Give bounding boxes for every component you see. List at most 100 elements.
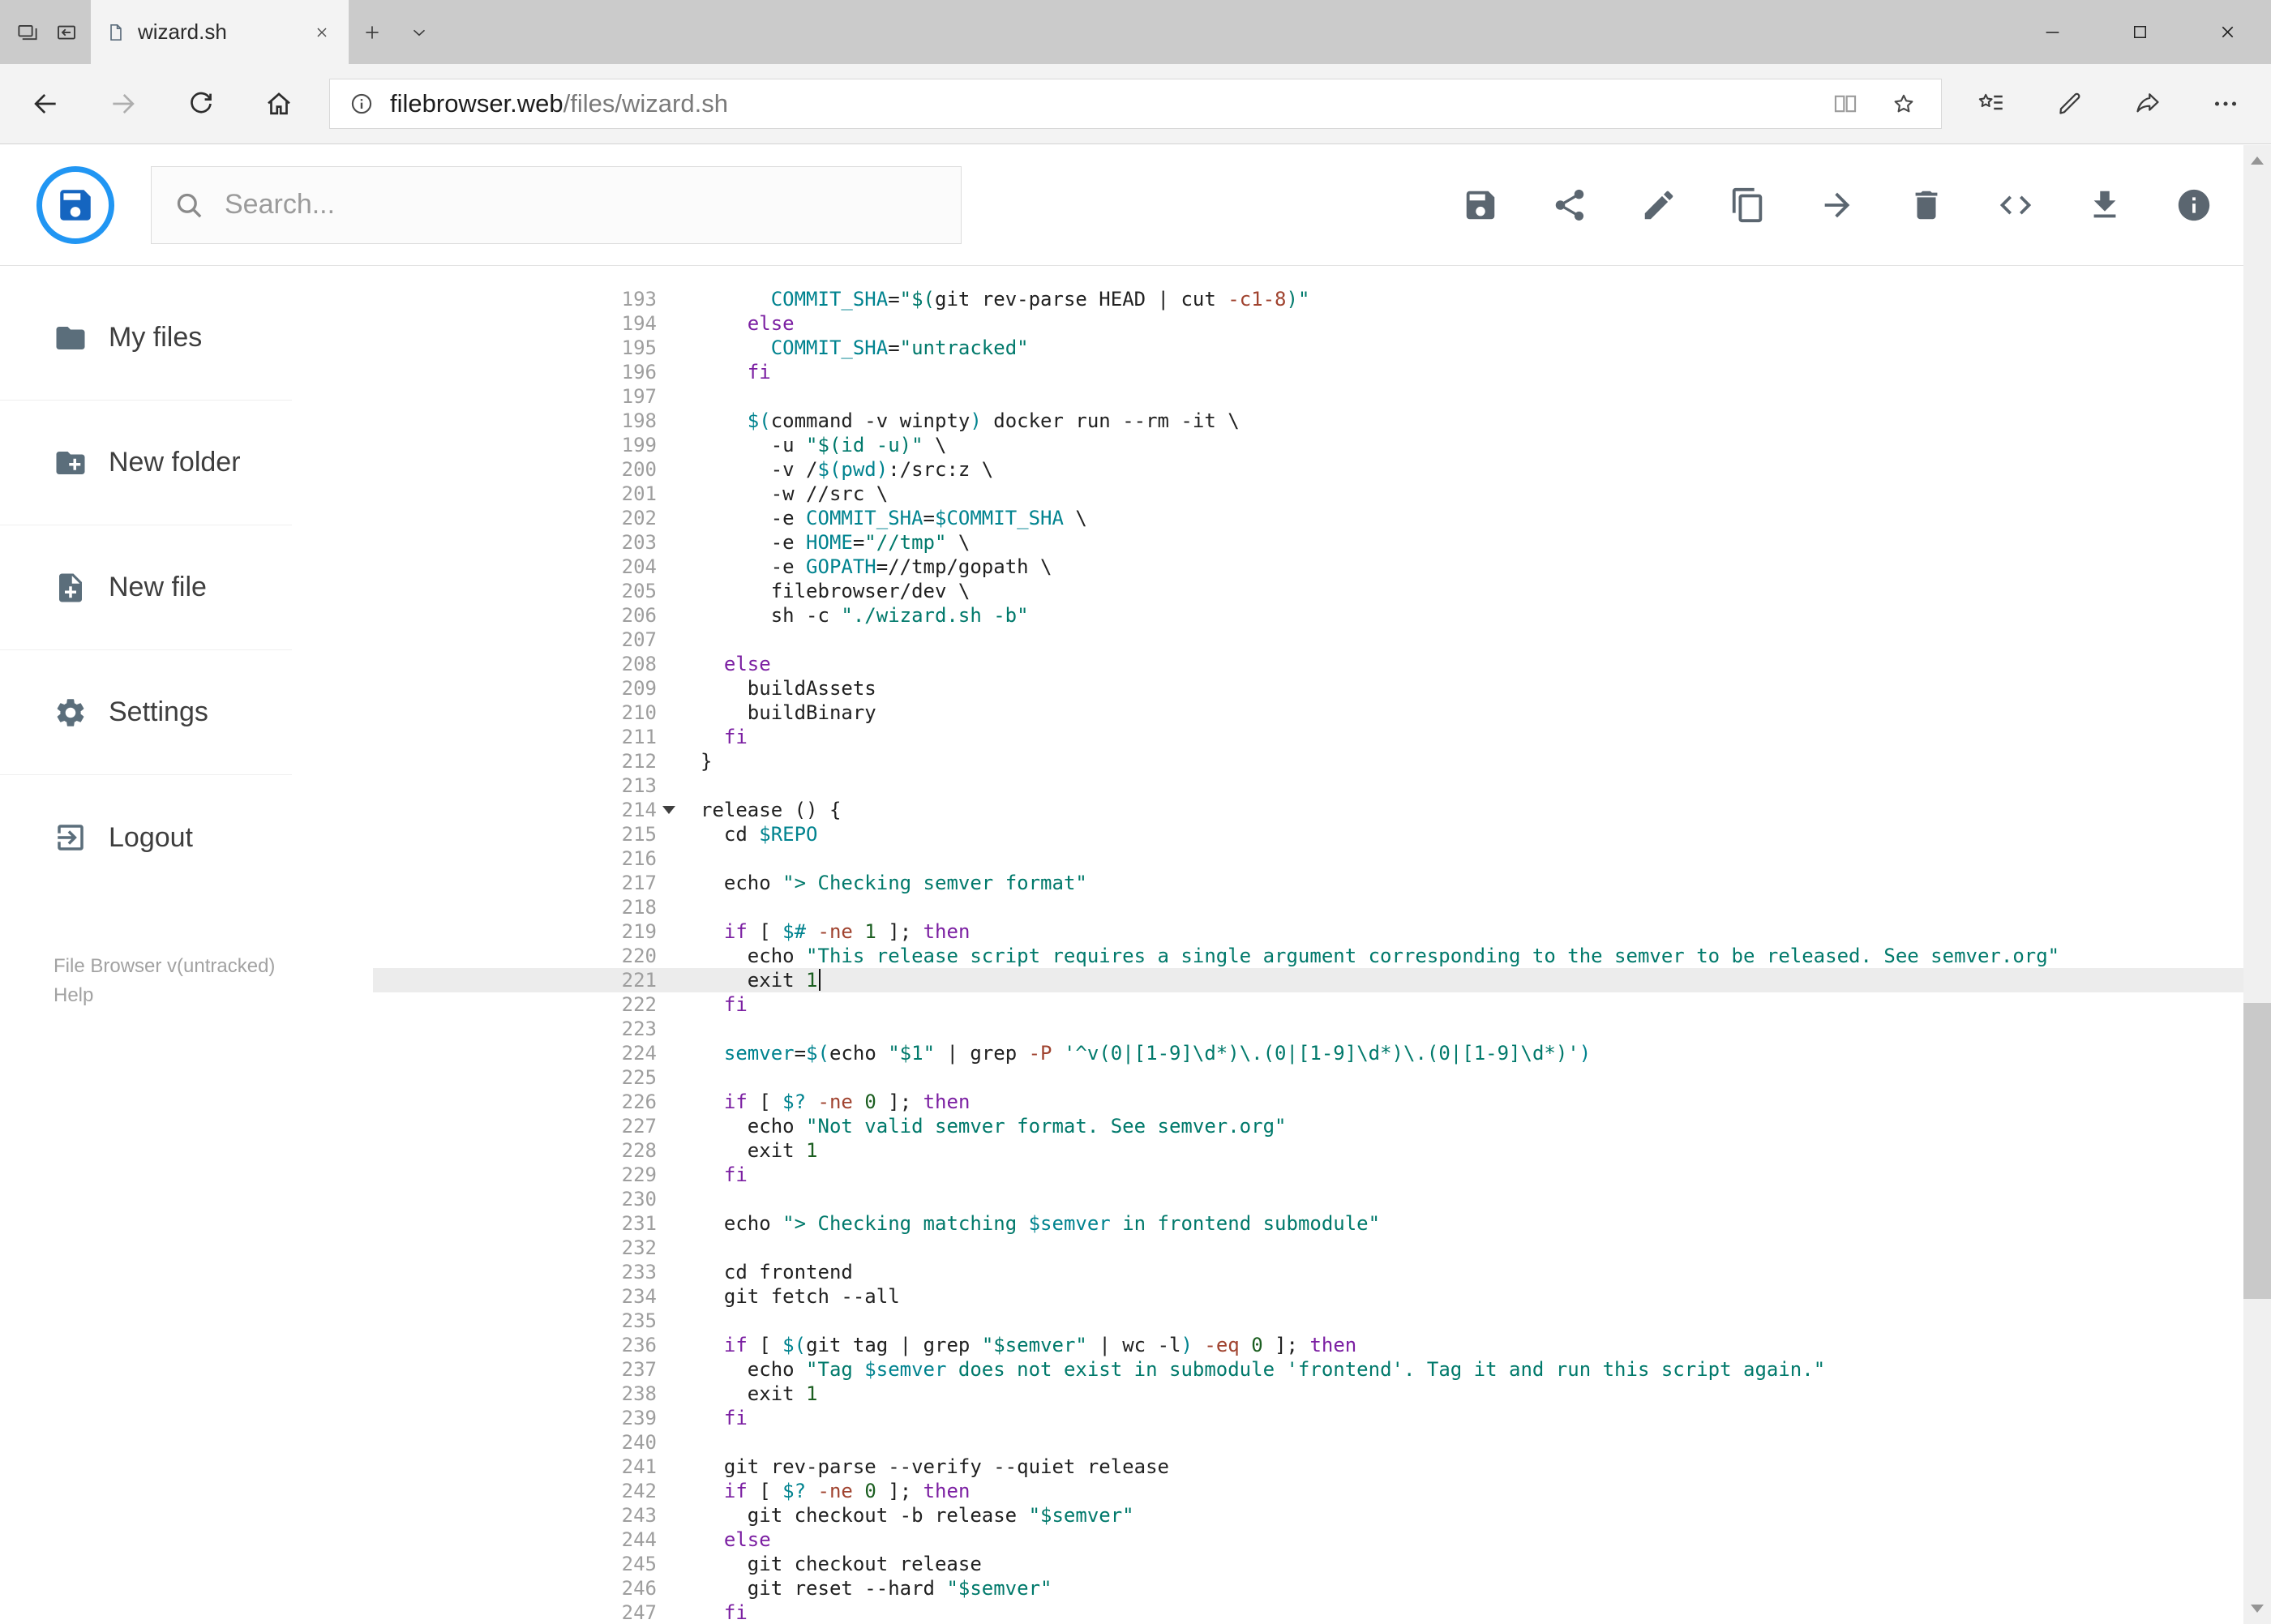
code-line[interactable]: 195 COMMIT_SHA="untracked" <box>373 336 2271 360</box>
code-line[interactable]: 202 -e COMMIT_SHA=$COMMIT_SHA \ <box>373 506 2271 530</box>
tabs-preview-button[interactable] <box>8 0 47 64</box>
copy-button[interactable] <box>1729 186 1767 224</box>
refresh-button[interactable] <box>162 71 240 137</box>
code-line[interactable]: 232 <box>373 1236 2271 1260</box>
code-line[interactable]: 196 fi <box>373 360 2271 384</box>
code-line[interactable]: 224 semver=$(echo "$1" | grep -P '^v(0|[… <box>373 1041 2271 1065</box>
code-line[interactable]: 234 git fetch --all <box>373 1284 2271 1309</box>
code-line[interactable]: 230 <box>373 1187 2271 1211</box>
code-line[interactable]: 240 <box>373 1430 2271 1455</box>
code-line[interactable]: 236 if [ $(git tag | grep "$semver" | wc… <box>373 1333 2271 1357</box>
save-button[interactable] <box>1462 186 1499 224</box>
code-line[interactable]: 239 fi <box>373 1406 2271 1430</box>
code-editor[interactable]: 193 COMMIT_SHA="$(git rev-parse HEAD | c… <box>373 266 2271 1624</box>
page-info-button[interactable] <box>338 79 385 128</box>
sidebar-item-logout[interactable]: Logout <box>0 775 292 900</box>
home-button[interactable] <box>240 71 318 137</box>
code-line[interactable]: 225 <box>373 1065 2271 1090</box>
code-button[interactable] <box>1997 186 2034 224</box>
code-line[interactable]: 193 COMMIT_SHA="$(git rev-parse HEAD | c… <box>373 287 2271 311</box>
code-line[interactable]: 204 -e GOPATH=//tmp/gopath \ <box>373 555 2271 579</box>
app-logo[interactable] <box>36 165 114 244</box>
back-button[interactable] <box>6 71 84 137</box>
code-line[interactable]: 211 fi <box>373 725 2271 749</box>
sidebar-item-new-file[interactable]: New file <box>0 525 292 650</box>
code-line[interactable]: 233 cd frontend <box>373 1260 2271 1284</box>
info-button[interactable] <box>2175 186 2213 224</box>
move-button[interactable] <box>1819 186 1856 224</box>
tab-preview-toggle-button[interactable] <box>396 0 443 64</box>
code-line[interactable]: 217 echo "> Checking semver format" <box>373 871 2271 895</box>
code-line[interactable]: 218 <box>373 895 2271 919</box>
set-tabs-aside-button[interactable] <box>47 0 86 64</box>
code-line[interactable]: 247 fi <box>373 1600 2271 1624</box>
annotate-button[interactable] <box>2031 71 2109 137</box>
code-line[interactable]: 209 buildAssets <box>373 676 2271 701</box>
scrollbar-up-button[interactable] <box>2243 145 2271 176</box>
code-line[interactable]: 213 <box>373 773 2271 798</box>
code-line[interactable]: 208 else <box>373 652 2271 676</box>
code-line[interactable]: 206 sh -c "./wizard.sh -b" <box>373 603 2271 628</box>
code-line[interactable]: 220 echo "This release script requires a… <box>373 944 2271 968</box>
code-line[interactable]: 212} <box>373 749 2271 773</box>
code-line[interactable]: 235 <box>373 1309 2271 1333</box>
scrollbar-down-button[interactable] <box>2243 1593 2271 1624</box>
code-line[interactable]: 205 filebrowser/dev \ <box>373 579 2271 603</box>
code-line[interactable]: 243 git checkout -b release "$semver" <box>373 1503 2271 1528</box>
address-bar[interactable]: filebrowser.web/files/wizard.sh <box>329 79 1942 129</box>
code-line[interactable]: 228 exit 1 <box>373 1138 2271 1163</box>
code-line[interactable]: 221 exit 1 <box>373 968 2271 992</box>
code-line[interactable]: 245 git checkout release <box>373 1552 2271 1576</box>
code-line[interactable]: 207 <box>373 628 2271 652</box>
more-button[interactable] <box>2187 71 2265 137</box>
tab-close-button[interactable] <box>310 0 334 64</box>
fold-marker-slot[interactable] <box>657 798 681 822</box>
code-line[interactable]: 222 fi <box>373 992 2271 1017</box>
new-tab-button[interactable] <box>349 0 396 64</box>
scrollbar-thumb[interactable] <box>2243 1002 2271 1299</box>
download-button[interactable] <box>2086 186 2123 224</box>
code-line[interactable]: 198 $(command -v winpty) docker run --rm… <box>373 409 2271 433</box>
code-line[interactable]: 246 git reset --hard "$semver" <box>373 1576 2271 1600</box>
code-line[interactable]: 226 if [ $? -ne 0 ]; then <box>373 1090 2271 1114</box>
maximize-button[interactable] <box>2096 0 2183 64</box>
code-line[interactable]: 237 echo "Tag $semver does not exist in … <box>373 1357 2271 1382</box>
code-line[interactable]: 201 -w //src \ <box>373 482 2271 506</box>
hub-button[interactable] <box>1953 71 2031 137</box>
page-scrollbar[interactable] <box>2243 145 2271 1624</box>
help-link[interactable]: Help <box>54 981 373 1010</box>
code-line[interactable]: 203 -e HOME="//tmp" \ <box>373 530 2271 555</box>
edit-button[interactable] <box>1640 186 1678 224</box>
code-line[interactable]: 214 release () { <box>373 798 2271 822</box>
code-line[interactable]: 229 fi <box>373 1163 2271 1187</box>
sidebar-item-my-files[interactable]: My files <box>0 276 292 401</box>
search-input[interactable] <box>223 188 940 221</box>
code-line[interactable]: 197 <box>373 384 2271 409</box>
share-page-button[interactable] <box>2109 71 2187 137</box>
code-line[interactable]: 215 cd $REPO <box>373 822 2271 846</box>
forward-button[interactable] <box>84 71 162 137</box>
sidebar-item-settings[interactable]: Settings <box>0 650 292 775</box>
star-button[interactable] <box>1875 80 1933 127</box>
code-line[interactable]: 242 if [ $? -ne 0 ]; then <box>373 1479 2271 1503</box>
browser-tab[interactable]: wizard.sh <box>91 0 349 64</box>
delete-button[interactable] <box>1908 186 1945 224</box>
search-box[interactable] <box>151 165 962 244</box>
code-line[interactable]: 199 -u "$(id -u)" \ <box>373 433 2271 457</box>
share-button[interactable] <box>1551 186 1588 224</box>
reading-view-button[interactable] <box>1816 80 1875 127</box>
code-line[interactable]: 241 git rev-parse --verify --quiet relea… <box>373 1455 2271 1479</box>
code-line[interactable]: 210 buildBinary <box>373 701 2271 725</box>
code-line[interactable]: 200 -v /$(pwd):/src:z \ <box>373 457 2271 482</box>
code-line[interactable]: 216 <box>373 846 2271 871</box>
code-line[interactable]: 231 echo "> Checking matching $semver in… <box>373 1211 2271 1236</box>
close-button[interactable] <box>2183 0 2271 64</box>
sidebar-item-new-folder[interactable]: New folder <box>0 401 292 525</box>
code-line[interactable]: 194 else <box>373 311 2271 336</box>
code-line[interactable]: 244 else <box>373 1528 2271 1552</box>
code-line[interactable]: 227 echo "Not valid semver format. See s… <box>373 1114 2271 1138</box>
code-line[interactable]: 238 exit 1 <box>373 1382 2271 1406</box>
code-line[interactable]: 219 if [ $# -ne 1 ]; then <box>373 919 2271 944</box>
code-line[interactable]: 223 <box>373 1017 2271 1041</box>
minimize-button[interactable] <box>2008 0 2096 64</box>
